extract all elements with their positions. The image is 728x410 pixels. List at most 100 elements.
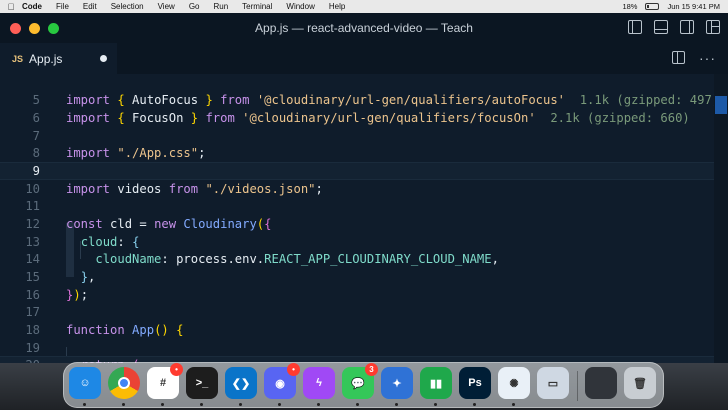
line-number: 6 xyxy=(32,110,40,125)
dock-app-glyph-icon: ✺ xyxy=(509,377,519,390)
code-line[interactable]: 8 import "./App.css"; xyxy=(0,144,714,162)
dock-app-glyph-icon: ◉ xyxy=(275,377,285,390)
dock-app-finder[interactable]: ☺ xyxy=(69,367,101,399)
running-indicator xyxy=(434,403,437,406)
dock: ☺ # • >_ ❮❯ ◉ • ϟ 💬 3 ✦ ▮▮ Ps ✺ ▭ 🗑 xyxy=(63,362,664,408)
line-number: 11 xyxy=(25,198,40,213)
import-cost-hint: 1.1k (gzipped: 497) xyxy=(579,92,720,107)
menu-bar:  Code File Edit Selection View Go Run T… xyxy=(0,0,728,13)
code-line[interactable]: 5 import { AutoFocus } from '@cloudinary… xyxy=(0,91,719,109)
dock-app-keynote-like[interactable]: ✦ xyxy=(381,367,413,399)
scrollbar-thumb[interactable] xyxy=(715,96,727,114)
dock-app-slack[interactable]: # • xyxy=(147,363,183,399)
more-actions-icon[interactable]: ··· xyxy=(699,51,716,65)
battery-percent[interactable]: 18% xyxy=(622,2,637,11)
dock-separator xyxy=(577,371,578,401)
running-indicator xyxy=(122,403,125,406)
menu-item-selection[interactable]: Selection xyxy=(111,2,144,11)
notification-badge: 3 xyxy=(365,363,378,376)
dock-app-discord[interactable]: ◉ • xyxy=(264,363,300,399)
line-number-current: 9 xyxy=(32,163,40,178)
line-number: 19 xyxy=(25,340,40,355)
dock-app-glyph-icon: ϟ xyxy=(316,377,322,389)
running-indicator xyxy=(512,403,515,406)
unsaved-dot-icon[interactable] xyxy=(100,55,107,62)
dock-app-photoshop[interactable]: Ps xyxy=(459,367,491,399)
running-indicator xyxy=(473,403,476,406)
toggle-primary-sidebar-icon[interactable] xyxy=(628,20,642,34)
dock-app-glyph-icon: ✦ xyxy=(392,377,402,390)
dock-app-glyph-icon: # xyxy=(159,377,167,389)
dock-app-terminal[interactable]: >_ xyxy=(186,367,218,399)
menu-item-edit[interactable]: Edit xyxy=(83,2,97,11)
code-line[interactable]: 16 }); xyxy=(0,286,714,304)
dock-app-vs-code[interactable]: ❮❯ xyxy=(225,367,257,399)
line-number: 16 xyxy=(25,287,40,302)
line-number: 7 xyxy=(32,128,40,143)
dock-app-messages[interactable]: 💬 3 xyxy=(342,363,378,399)
code-line[interactable]: 12 const cld = new Cloudinary({ xyxy=(0,215,714,233)
dock-app-trash[interactable]: 🗑 xyxy=(624,367,656,399)
menu-item-terminal[interactable]: Terminal xyxy=(242,2,272,11)
dock-app-glyph-icon: Ps xyxy=(468,377,482,389)
menu-item-view[interactable]: View xyxy=(158,2,175,11)
tab-app-js[interactable]: JS App.js xyxy=(0,43,117,74)
running-indicator xyxy=(278,403,281,406)
code-line[interactable]: 14 cloudName: process.env.REACT_APP_CLOU… xyxy=(0,250,714,268)
apple-icon[interactable]:  xyxy=(0,2,22,12)
code-line[interactable]: 7 xyxy=(0,127,714,145)
code-line[interactable]: 19 xyxy=(0,339,714,357)
code-line[interactable]: 17 xyxy=(0,303,714,321)
battery-icon[interactable] xyxy=(645,3,660,10)
running-indicator xyxy=(161,403,164,406)
notification-badge: • xyxy=(170,363,183,376)
customize-layout-icon[interactable] xyxy=(706,20,720,34)
dock-app-glyph-icon: ❮❯ xyxy=(231,377,251,390)
menu-app-name[interactable]: Code xyxy=(22,2,42,11)
menu-item-window[interactable]: Window xyxy=(286,2,314,11)
dock-app-window-thumbnail[interactable] xyxy=(585,367,617,399)
line-number: 5 xyxy=(32,92,40,107)
editor-scrollbar[interactable] xyxy=(714,74,728,363)
dock-app-glyph-icon: ☺ xyxy=(79,377,91,389)
menu-item-run[interactable]: Run xyxy=(213,2,228,11)
menu-item-file[interactable]: File xyxy=(56,2,69,11)
line-number: 18 xyxy=(25,322,40,337)
dock-app-preview[interactable]: ▭ xyxy=(537,367,569,399)
split-editor-icon[interactable] xyxy=(672,51,685,64)
window-title: App.js — react-advanced-video — Teach xyxy=(255,21,473,35)
code-line[interactable]: 13 cloud: { xyxy=(0,233,714,251)
line-number: 8 xyxy=(32,145,40,160)
code-editor[interactable]: 5 import { AutoFocus } from '@cloudinary… xyxy=(0,74,728,374)
running-indicator xyxy=(317,403,320,406)
javascript-file-icon: JS xyxy=(12,53,24,64)
tab-label: App.js xyxy=(29,51,63,66)
dock-app-pinwheel[interactable]: ✺ xyxy=(498,367,530,399)
menu-item-go[interactable]: Go xyxy=(189,2,200,11)
running-indicator xyxy=(395,403,398,406)
code-line[interactable]: 6 import { FocusOn } from '@cloudinary/u… xyxy=(0,109,714,127)
dock-app-chrome[interactable] xyxy=(108,367,140,399)
dock-app-glyph-icon: ▭ xyxy=(547,377,559,390)
running-indicator xyxy=(239,403,242,406)
dock-app-glyph-icon: ▮▮ xyxy=(429,377,443,390)
toggle-panel-icon[interactable] xyxy=(654,20,668,34)
dock-app-numbers[interactable]: ▮▮ xyxy=(420,367,452,399)
menu-item-help[interactable]: Help xyxy=(329,2,345,11)
line-number: 10 xyxy=(25,181,40,196)
line-number: 14 xyxy=(25,251,40,266)
toggle-secondary-sidebar-icon[interactable] xyxy=(680,20,694,34)
dock-app-messenger[interactable]: ϟ xyxy=(303,367,335,399)
title-bar: App.js — react-advanced-video — Teach xyxy=(0,13,728,43)
code-line[interactable]: 15 }, xyxy=(0,268,714,286)
code-line-current[interactable]: 9 xyxy=(0,162,714,180)
code-line[interactable]: 18 function App() { xyxy=(0,321,714,339)
code-line[interactable]: 10 import videos from "./videos.json"; xyxy=(0,180,714,198)
import-cost-hint: 2.1k (gzipped: 660) xyxy=(550,110,690,125)
code-line[interactable]: 11 xyxy=(0,197,714,215)
notification-badge: • xyxy=(287,363,300,376)
menu-clock[interactable]: Jun 15 9:41 PM xyxy=(667,2,720,11)
running-indicator xyxy=(200,403,203,406)
dock-app-glyph-icon: >_ xyxy=(195,377,209,389)
line-number: 12 xyxy=(25,216,40,231)
